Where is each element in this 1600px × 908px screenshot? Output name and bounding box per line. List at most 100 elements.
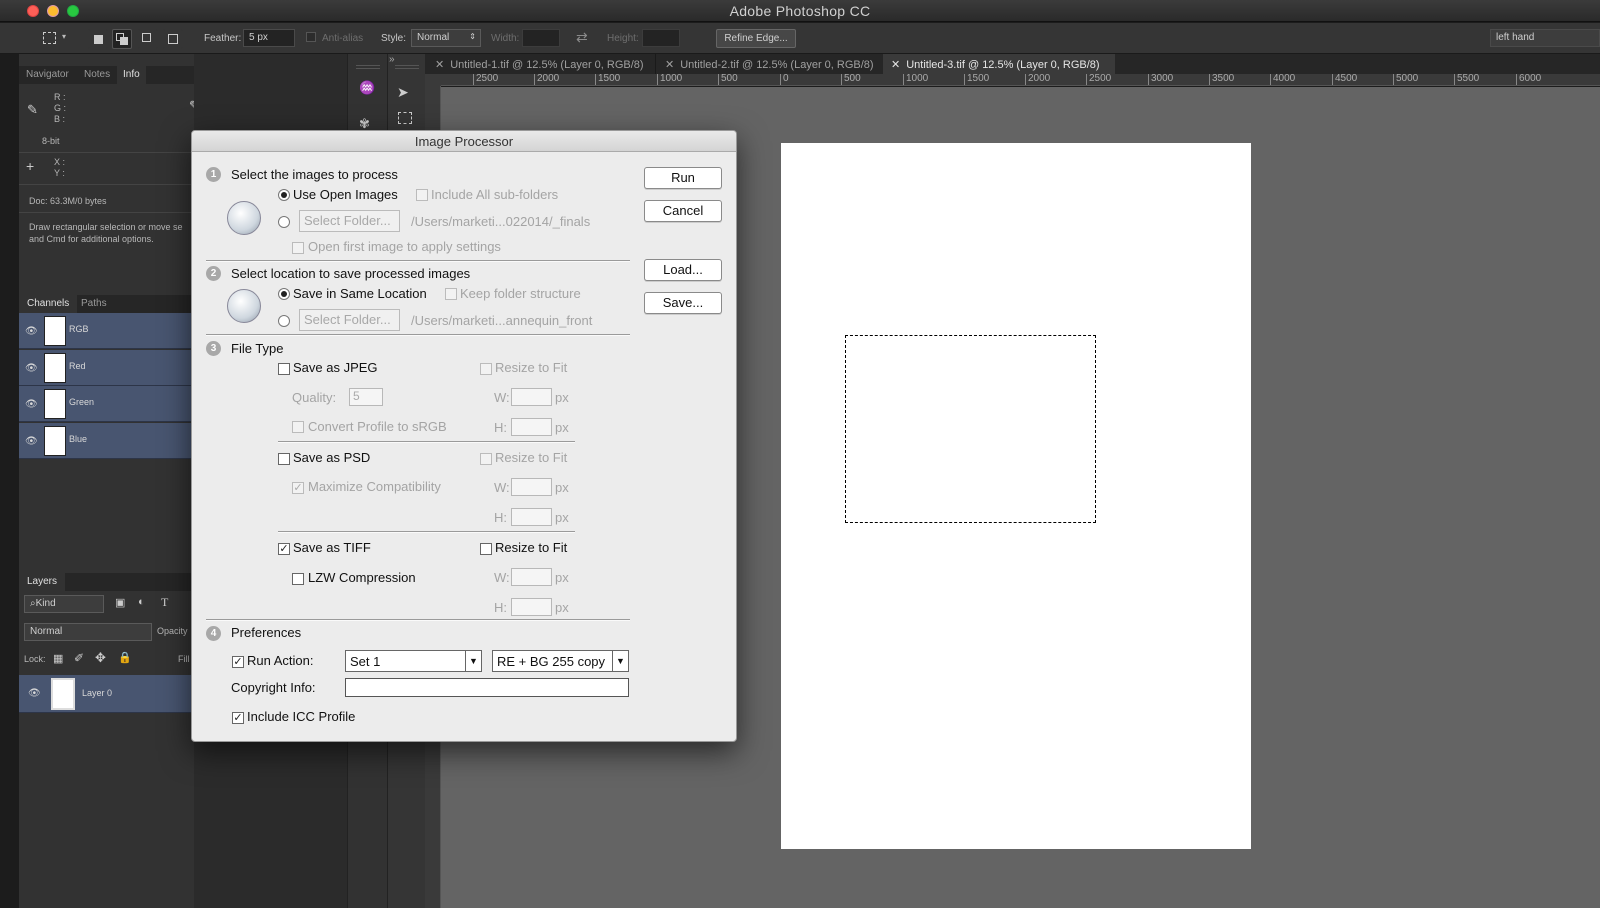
lock-paint-icon[interactable]: ✐ [74,651,84,665]
save-same-location-radio[interactable] [278,288,290,300]
run-action-label[interactable]: Run Action: [247,653,314,668]
psd-width-input[interactable] [511,478,552,496]
eye-icon[interactable]: 👁 [25,326,38,337]
dest-select-folder-radio[interactable] [278,315,290,327]
save-jpeg-checkbox[interactable] [278,363,290,375]
tab-paths[interactable]: Paths [81,298,107,309]
jpeg-resize-checkbox[interactable] [480,363,492,375]
doc-tab-active[interactable]: ✕ Untitled-3.tif @ 12.5% (Layer 0, RGB/8) [883,54,1115,74]
selection-marquee[interactable] [845,335,1096,523]
style-select[interactable]: Normal ⇕ [411,29,481,47]
open-first-checkbox[interactable] [292,242,304,254]
ruler-tick: 4000 [1270,74,1295,85]
blend-mode-select[interactable]: Normal [24,623,152,641]
histogram-icon[interactable]: ♒ [359,80,375,96]
save-same-location-label[interactable]: Save in Same Location [293,286,427,301]
action-set-select[interactable]: Set 1 ▼ [345,650,482,672]
layer-filter-select[interactable]: ⌕Kind [24,595,104,613]
save-tiff-checkbox[interactable]: ✓ [278,543,290,555]
tiff-width-input[interactable] [511,568,552,586]
tab-info[interactable]: Info [117,66,146,84]
marquee-tool-icon[interactable] [398,112,412,124]
eye-icon[interactable]: 👁 [25,436,38,447]
grip [356,65,380,69]
new-selection-button[interactable] [88,29,108,49]
width-input[interactable] [522,29,560,47]
lock-all-icon[interactable]: 🔒 [118,651,132,664]
marquee-tool-preset[interactable]: ▾ [40,29,70,49]
close-icon[interactable]: ✕ [435,59,444,71]
dest-select-folder-button[interactable]: Select Folder... [299,309,400,331]
include-subfolders-checkbox[interactable] [416,189,428,201]
separator [206,619,630,621]
cancel-button[interactable]: Cancel [644,200,722,222]
select-folder-button[interactable]: Select Folder... [299,210,400,232]
keep-folder-structure-checkbox[interactable] [445,288,457,300]
channel-row[interactable]: 👁 Blue [19,423,194,459]
section-2-title: Select location to save processed images [231,266,471,281]
layer-row[interactable]: 👁 Layer 0 [19,675,194,713]
channel-row[interactable]: 👁 Green [19,386,194,422]
close-icon[interactable]: ✕ [891,59,900,71]
lock-move-icon[interactable]: ✥ [95,650,106,666]
maximize-compat-checkbox[interactable]: ✓ [292,482,304,494]
psd-resize-checkbox[interactable] [480,453,492,465]
intersect-selection-button[interactable] [163,29,183,49]
tiff-resize-label[interactable]: Resize to Fit [495,540,567,555]
load-button[interactable]: Load... [644,259,722,281]
save-tiff-label[interactable]: Save as TIFF [293,540,371,555]
tab-channels[interactable]: Channels [19,295,78,313]
horizontal-ruler[interactable]: 2500 2000 1500 1000 500 0 500 1000 1500 … [441,74,1600,86]
include-icc-label[interactable]: Include ICC Profile [247,709,355,724]
ruler-origin[interactable] [425,74,441,86]
subtract-selection-button[interactable] [138,29,158,49]
save-psd-checkbox[interactable] [278,453,290,465]
height-input[interactable] [642,29,680,47]
save-button[interactable]: Save... [644,292,722,314]
eye-icon[interactable]: 👁 [25,399,38,410]
px-label: px [555,390,569,405]
tab-layers[interactable]: Layers [19,573,66,591]
run-action-checkbox[interactable]: ✓ [232,656,244,668]
lzw-label[interactable]: LZW Compression [308,570,416,585]
tiff-height-input[interactable] [511,598,552,616]
tab-notes[interactable]: Notes [84,69,110,80]
expand-icon[interactable]: » [389,54,395,65]
eye-icon[interactable]: 👁 [28,688,41,699]
feather-input[interactable]: 5 px [243,29,295,47]
quality-input[interactable]: 5 [349,388,383,406]
swap-icon[interactable]: ⇄ [576,29,588,46]
close-icon[interactable]: ✕ [665,59,674,71]
adjustment-filter-icon[interactable]: ◐ [138,596,145,608]
channel-row[interactable]: 👁 RGB [19,313,194,349]
add-selection-button[interactable] [112,29,132,49]
doc-tab[interactable]: ✕ Untitled-2.tif @ 12.5% (Layer 0, RGB/8) [655,54,885,74]
image-filter-icon[interactable]: ▣ [115,596,125,609]
move-tool-icon[interactable]: ➤ [397,84,409,101]
antialias-checkbox[interactable] [306,32,316,42]
doc-tab[interactable]: ✕ Untitled-1.tif @ 12.5% (Layer 0, RGB/8) [425,54,655,74]
include-icc-checkbox[interactable]: ✓ [232,712,244,724]
lock-transparent-icon[interactable]: ▦ [53,652,63,665]
info-panel-tabs: Navigator Notes Info ≡ [19,66,333,84]
lzw-checkbox[interactable] [292,573,304,585]
refine-edge-button[interactable]: Refine Edge... [716,29,796,48]
channel-row[interactable]: 👁 Red [19,350,194,386]
copyright-input[interactable] [345,678,629,697]
tiff-resize-checkbox[interactable] [480,543,492,555]
tab-navigator[interactable]: Navigator [26,69,69,80]
jpeg-height-input[interactable] [511,418,552,436]
action-select[interactable]: RE + BG 255 copy ▼ [492,650,629,672]
use-open-images-label[interactable]: Use Open Images [293,187,398,202]
workspace-select[interactable]: left hand [1490,29,1600,47]
type-filter-icon[interactable]: T [161,595,168,610]
save-jpeg-label[interactable]: Save as JPEG [293,360,378,375]
run-button[interactable]: Run [644,167,722,189]
convert-srgb-checkbox[interactable] [292,421,304,433]
jpeg-width-input[interactable] [511,388,552,406]
use-open-images-radio[interactable] [278,189,290,201]
psd-height-input[interactable] [511,508,552,526]
eye-icon[interactable]: 👁 [25,363,38,374]
save-psd-label[interactable]: Save as PSD [293,450,370,465]
select-folder-radio[interactable] [278,216,290,228]
